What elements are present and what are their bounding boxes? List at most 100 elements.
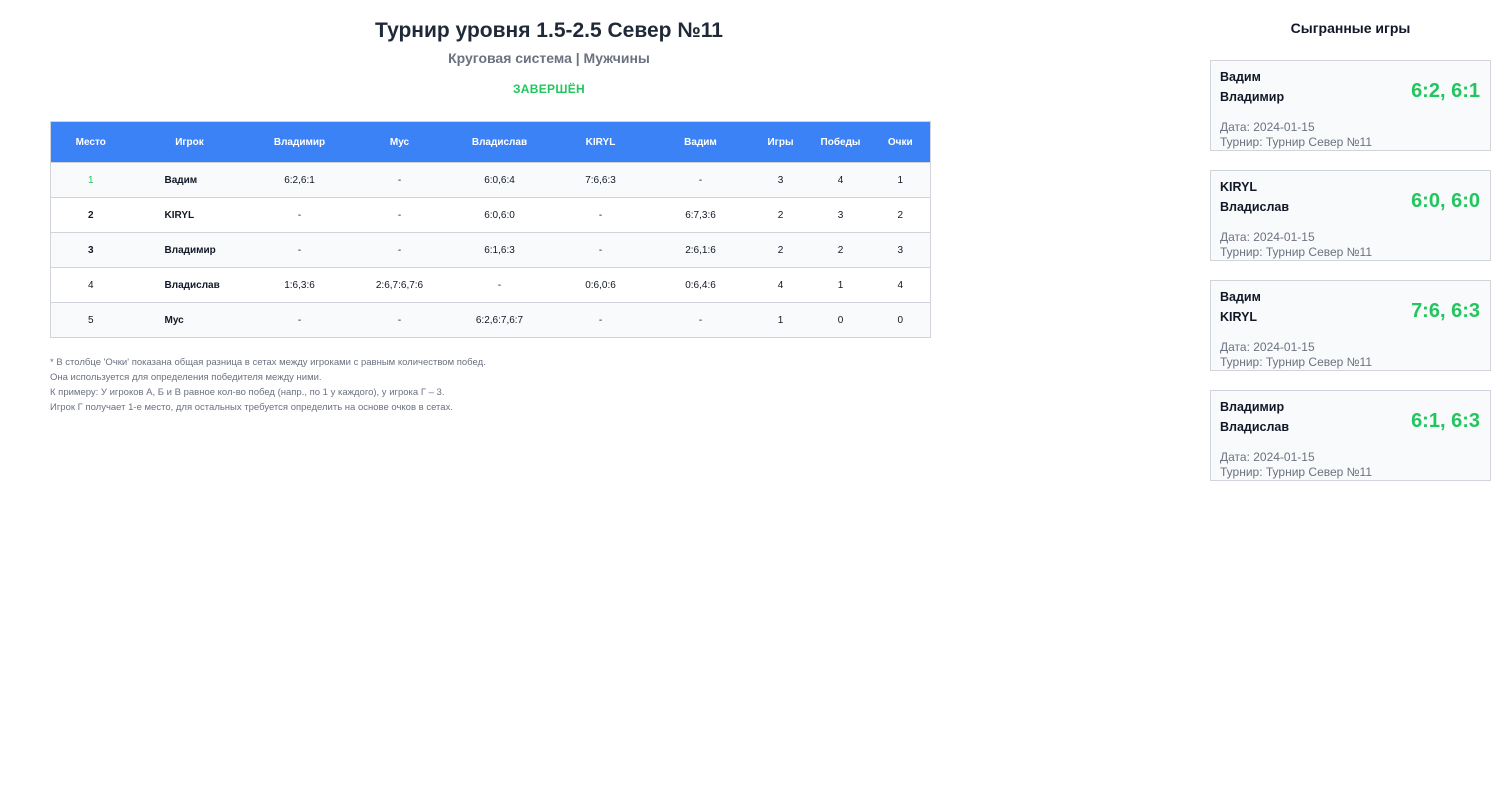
- game-date: Дата: 2024-01-15: [1220, 230, 1315, 244]
- status-badge: ЗАВЕРШЁН: [512, 82, 585, 96]
- result-cell: -: [350, 197, 449, 233]
- games-cell: 1: [750, 302, 811, 338]
- points-cell: 4: [870, 267, 931, 303]
- column-header-vladimir: Владимир: [248, 121, 351, 163]
- wins-cell: 2: [810, 232, 871, 268]
- result-cell: -: [550, 302, 651, 338]
- result-cell: -: [350, 302, 449, 338]
- result-cell: -: [350, 162, 449, 198]
- game-tournament: Турнир: Турнир Север №11: [1220, 135, 1372, 149]
- column-header-vladislav: Владислав: [448, 121, 551, 163]
- table-row: 5 Мус - - 6:2,6:7,6:7 - - 1 0 0: [50, 302, 931, 338]
- page-header: Турнир уровня 1.5-2.5 Север №11: [0, 19, 1098, 43]
- game-player-1: Владимир: [1220, 400, 1285, 414]
- column-header-mus: Мус: [350, 121, 449, 163]
- game-date: Дата: 2024-01-15: [1220, 450, 1315, 464]
- result-cell: 6:0,6:4: [448, 162, 551, 198]
- game-player-1: Вадим: [1220, 70, 1261, 84]
- result-cell: 7:6,6:3: [550, 162, 651, 198]
- game-player-2: KIRYL: [1220, 310, 1258, 324]
- column-header-points: Очки: [870, 121, 931, 163]
- standings-table: Место Игрок Владимир Мус Владислав KIRYL…: [50, 121, 931, 338]
- place-cell: 4: [50, 267, 131, 303]
- result-cell: 6:2,6:1: [248, 162, 351, 198]
- result-cell: -: [650, 162, 751, 198]
- games-cell: 2: [750, 197, 811, 233]
- page-title: Турнир уровня 1.5-2.5 Север №11: [375, 19, 723, 42]
- games-cell: 2: [750, 232, 811, 268]
- wins-cell: 1: [810, 267, 871, 303]
- game-score: 7:6, 6:3: [1411, 300, 1480, 322]
- game-card: KIRYL Владислав 6:0, 6:0 Дата: 2024-01-1…: [1210, 170, 1491, 261]
- place-cell: 3: [50, 232, 131, 268]
- result-cell: 6:2,6:7,6:7: [448, 302, 551, 338]
- points-cell: 3: [870, 232, 931, 268]
- result-cell: -: [248, 232, 351, 268]
- place-cell: 1: [50, 162, 131, 198]
- game-date: Дата: 2024-01-15: [1220, 340, 1315, 354]
- place-cell: 5: [50, 302, 131, 338]
- footnotes: * В столбце 'Очки' показана общая разниц…: [50, 355, 930, 415]
- player-name: KIRYL: [130, 197, 249, 233]
- table-row: 1 Вадим 6:2,6:1 - 6:0,6:4 7:6,6:3 - 3 4 …: [50, 162, 931, 198]
- points-cell: 0: [870, 302, 931, 338]
- game-tournament: Турнир: Турнир Север №11: [1220, 355, 1372, 369]
- wins-cell: 0: [810, 302, 871, 338]
- footnote-line: Она используется для определения победит…: [50, 372, 322, 383]
- points-cell: 1: [870, 162, 931, 198]
- footnote-line: * В столбце 'Очки' показана общая разниц…: [50, 357, 486, 368]
- game-player-2: Владислав: [1220, 420, 1290, 434]
- result-cell: 0:6,0:6: [550, 267, 651, 303]
- result-cell: -: [650, 302, 751, 338]
- result-cell: 6:1,6:3: [448, 232, 551, 268]
- result-cell: -: [350, 232, 449, 268]
- column-header-place: Место: [50, 121, 131, 163]
- game-player-2: Владислав: [1220, 200, 1290, 214]
- game-player-1: Вадим: [1220, 290, 1261, 304]
- wins-cell: 4: [810, 162, 871, 198]
- result-cell: 2:6,7:6,7:6: [350, 267, 449, 303]
- game-date: Дата: 2024-01-15: [1220, 120, 1315, 134]
- column-header-games: Игры: [750, 121, 811, 163]
- game-player-1: KIRYL: [1220, 180, 1258, 194]
- page: Турнир уровня 1.5-2.5 Север №11 Круговая…: [0, 0, 1500, 800]
- place-cell: 2: [50, 197, 131, 233]
- column-header-player: Игрок: [130, 121, 249, 163]
- game-player-2: Владимир: [1220, 90, 1285, 104]
- column-header-wins: Победы: [810, 121, 871, 163]
- wins-cell: 3: [810, 197, 871, 233]
- player-name: Владислав: [130, 267, 249, 303]
- footnote-line: Игрок Г получает 1-е место, для остальны…: [50, 402, 453, 413]
- player-name: Владимир: [130, 232, 249, 268]
- game-score: 6:1, 6:3: [1411, 410, 1480, 432]
- table-row: 3 Владимир - - 6:1,6:3 - 2:6,1:6 2 2 3: [50, 232, 931, 268]
- player-name: Вадим: [130, 162, 249, 198]
- games-cell: 3: [750, 162, 811, 198]
- result-cell: 1:6,3:6: [248, 267, 351, 303]
- sidebar-title: Сыгранные игры: [1290, 20, 1411, 36]
- table-row: 4 Владислав 1:6,3:6 2:6,7:6,7:6 - 0:6,0:…: [50, 267, 931, 303]
- game-score: 6:2, 6:1: [1411, 80, 1480, 102]
- result-cell: 0:6,4:6: [650, 267, 751, 303]
- game-tournament: Турнир: Турнир Север №11: [1220, 465, 1372, 479]
- result-cell: 6:0,6:0: [448, 197, 551, 233]
- page-subtitle: Круговая система | Мужчины: [448, 50, 650, 66]
- column-header-vadim: Вадим: [650, 121, 751, 163]
- result-cell: -: [448, 267, 551, 303]
- subtitle-wrap: Круговая система | Мужчины: [0, 50, 1098, 68]
- footnote-line: К примеру: У игроков А, Б и В равное кол…: [50, 387, 445, 398]
- status-wrap: ЗАВЕРШЁН: [0, 80, 1098, 98]
- column-header-kiryl: KIRYL: [550, 121, 651, 163]
- game-card: Вадим KIRYL 7:6, 6:3 Дата: 2024-01-15 Ту…: [1210, 280, 1491, 371]
- result-cell: 2:6,1:6: [650, 232, 751, 268]
- table-row: 2 KIRYL - - 6:0,6:0 - 6:7,3:6 2 3 2: [50, 197, 931, 233]
- game-card: Вадим Владимир 6:2, 6:1 Дата: 2024-01-15…: [1210, 60, 1491, 151]
- result-cell: -: [550, 232, 651, 268]
- game-card: Владимир Владислав 6:1, 6:3 Дата: 2024-0…: [1210, 390, 1491, 481]
- player-name: Мус: [130, 302, 249, 338]
- table-header-row: Место Игрок Владимир Мус Владислав KIRYL…: [50, 121, 931, 163]
- points-cell: 2: [870, 197, 931, 233]
- games-cell: 4: [750, 267, 811, 303]
- game-tournament: Турнир: Турнир Север №11: [1220, 245, 1372, 259]
- result-cell: 6:7,3:6: [650, 197, 751, 233]
